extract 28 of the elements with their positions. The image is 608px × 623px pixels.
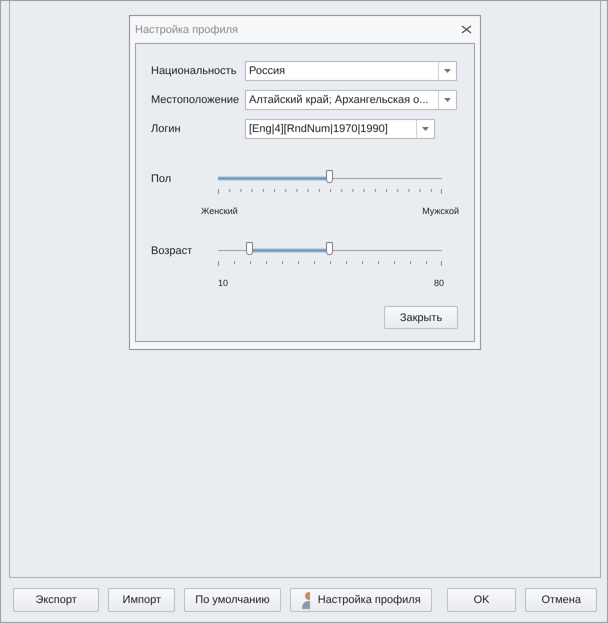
slider-thumb[interactable] [246, 242, 254, 255]
combo-box[interactable]: [Eng|4][RndNum|1970|1990] [245, 119, 435, 139]
dropdown-arrow-icon [422, 127, 429, 131]
footer-button[interactable]: Экспорт [13, 588, 100, 612]
min-label: Женский [201, 206, 238, 216]
footer-button[interactable]: Настройка профиля [290, 588, 432, 612]
field-label: Национальность [151, 65, 238, 77]
min-label: 10 [218, 278, 228, 288]
combo-box[interactable]: Алтайский край; Архангельская о... [245, 90, 457, 110]
slider-thumb[interactable] [326, 242, 333, 255]
slider-label: Пол [151, 172, 172, 185]
footer-button[interactable]: Импорт [108, 588, 176, 612]
field-label: Местоположение [151, 94, 240, 106]
user-icon [300, 591, 310, 609]
combo-box[interactable]: Россия [245, 61, 457, 81]
close-button[interactable]: Закрыть [384, 306, 458, 329]
close-icon[interactable] [461, 25, 472, 34]
footer-button[interactable]: Отмена [525, 588, 598, 612]
slider-label: Возраст [151, 244, 194, 257]
max-label: 80 [434, 278, 444, 288]
dropdown-arrow-icon [444, 98, 451, 102]
dialog-title: Настройка профиля [135, 24, 238, 36]
footer-button[interactable]: OK [446, 588, 516, 612]
slider-thumb[interactable] [326, 170, 333, 183]
max-label: Мужской [422, 206, 459, 216]
dropdown-arrow-icon [444, 69, 451, 73]
field-label: Логин [151, 123, 182, 135]
footer-button[interactable]: По умолчанию [184, 588, 281, 612]
